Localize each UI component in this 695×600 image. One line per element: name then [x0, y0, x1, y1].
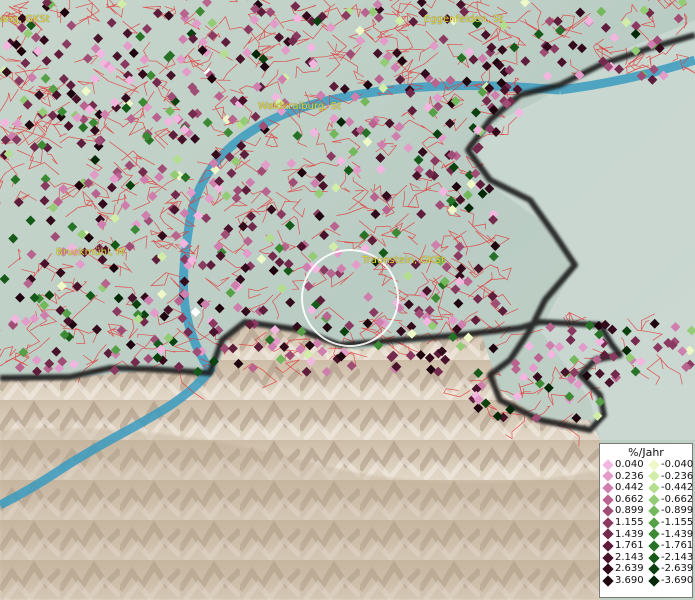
- legend-value-negative: -0.899: [661, 505, 694, 517]
- legend-swatch-positive: [602, 528, 614, 541]
- legend-swatch-negative: [648, 563, 660, 575]
- legend-value-positive: 0.236: [615, 470, 644, 482]
- legend-swatch-negative: [648, 540, 660, 552]
- legend-entry-positive: 3.690: [600, 575, 646, 587]
- legend: %/Jahr 0.040 -0.040 0.236 -0.236 0.442 -0.442…: [599, 443, 693, 598]
- legend-value-positive: 1.761: [615, 540, 644, 552]
- legend-value-negative: -0.442: [661, 482, 694, 494]
- legend-value-positive: 0.899: [615, 505, 644, 517]
- legend-swatch-negative: [648, 551, 660, 564]
- legend-swatch-positive: [602, 517, 614, 529]
- legend-row: 0.236 -0.236: [600, 470, 694, 483]
- legend-swatch-positive: [602, 470, 614, 483]
- place-label-bruckmuehl: Bruckmühl, M: [56, 247, 125, 258]
- legend-swatch-positive: [602, 459, 614, 471]
- legend-value-negative: -3.690: [661, 574, 694, 586]
- legend-swatch-negative: [648, 459, 660, 471]
- legend-row: 1.155 -1.155: [600, 516, 694, 529]
- legend-entry-negative: -1.761: [646, 540, 694, 552]
- legend-swatch-positive: [602, 551, 614, 564]
- legend-value-positive: 0.442: [615, 482, 644, 494]
- legend-row: 0.442 -0.442: [600, 482, 694, 494]
- legend-entry-positive: 0.040: [600, 459, 646, 471]
- legend-entry-negative: -0.040: [646, 459, 694, 471]
- legend-row: 1.761 -1.761: [600, 540, 694, 552]
- legend-title: %/Jahr: [628, 446, 664, 459]
- legend-entry-negative: -0.662: [646, 493, 694, 506]
- legend-entry-positive: 1.155: [600, 517, 646, 529]
- legend-value-negative: -2.143: [661, 551, 694, 563]
- legend-entry-positive: 1.439: [600, 529, 646, 541]
- legend-entry-positive: 2.143: [600, 552, 646, 564]
- legend-swatch-positive: [602, 505, 614, 517]
- legend-value-negative: -0.040: [661, 459, 694, 470]
- legend-row: 2.639 -2.639: [600, 563, 694, 575]
- legend-swatch-negative: [648, 528, 660, 541]
- legend-value-positive: 2.639: [615, 563, 644, 575]
- legend-entry-negative: -1.155: [646, 516, 694, 529]
- legend-entry-negative: -1.439: [646, 528, 694, 541]
- place-label-waldkraiburg: Waldkraiburg, St: [258, 101, 341, 112]
- place-label-traunstein: Traunstein, GKSt: [362, 255, 445, 266]
- legend-row: 0.662 -0.662: [600, 493, 694, 506]
- legend-entry-positive: 0.236: [600, 471, 646, 483]
- legend-swatch-positive: [602, 540, 614, 552]
- place-label-eggenfelden: Eggenfelden, St: [424, 14, 504, 25]
- map-canvas[interactable]: [0, 0, 695, 600]
- legend-entry-negative: -2.639: [646, 563, 694, 575]
- legend-value-negative: -1.155: [661, 516, 694, 528]
- legend-value-positive: 2.143: [615, 551, 644, 563]
- legend-swatch-positive: [602, 563, 614, 575]
- legend-entry-negative: -2.143: [646, 551, 694, 564]
- legend-entry-negative: -0.236: [646, 470, 694, 483]
- legend-swatch-negative: [648, 575, 660, 587]
- legend-swatch-negative: [648, 482, 660, 494]
- legend-row: 0.899 -0.899: [600, 505, 694, 517]
- legend-entry-positive: 0.899: [600, 505, 646, 517]
- legend-entry-negative: -0.442: [646, 482, 694, 494]
- legend-swatch-negative: [648, 505, 660, 517]
- legend-value-positive: 0.662: [615, 493, 644, 505]
- place-label-gkst-left: ang, GKSt: [0, 14, 50, 25]
- legend-swatch-negative: [648, 493, 660, 506]
- legend-row: 1.439 -1.439: [600, 528, 694, 541]
- legend-swatch-positive: [602, 482, 614, 494]
- legend-row: 3.690 -3.690: [600, 574, 694, 587]
- legend-value-negative: -2.639: [661, 563, 694, 575]
- legend-value-positive: 0.040: [615, 459, 644, 470]
- legend-swatch-positive: [602, 493, 614, 506]
- legend-row: 2.143 -2.143: [600, 551, 694, 564]
- legend-rows: 0.040 -0.040 0.236 -0.236 0.442 -0.442 0.662 -0…: [600, 459, 694, 587]
- legend-value-negative: -1.439: [661, 528, 694, 540]
- legend-row: 0.040 -0.040: [600, 459, 694, 471]
- legend-value-negative: -1.761: [661, 540, 694, 552]
- legend-swatch-negative: [648, 470, 660, 483]
- legend-entry-positive: 2.639: [600, 563, 646, 575]
- legend-entry-negative: -0.899: [646, 505, 694, 517]
- legend-swatch-positive: [602, 575, 614, 587]
- legend-swatch-negative: [648, 517, 660, 529]
- legend-value-positive: 3.690: [615, 574, 644, 586]
- legend-entry-positive: 1.761: [600, 540, 646, 552]
- legend-entry-positive: 0.442: [600, 482, 646, 494]
- legend-value-negative: -0.236: [661, 470, 694, 482]
- legend-value-negative: -0.662: [661, 493, 694, 505]
- legend-entry-negative: -3.690: [646, 574, 694, 587]
- legend-value-positive: 1.439: [615, 528, 644, 540]
- legend-value-positive: 1.155: [615, 516, 644, 528]
- legend-entry-positive: 0.662: [600, 494, 646, 506]
